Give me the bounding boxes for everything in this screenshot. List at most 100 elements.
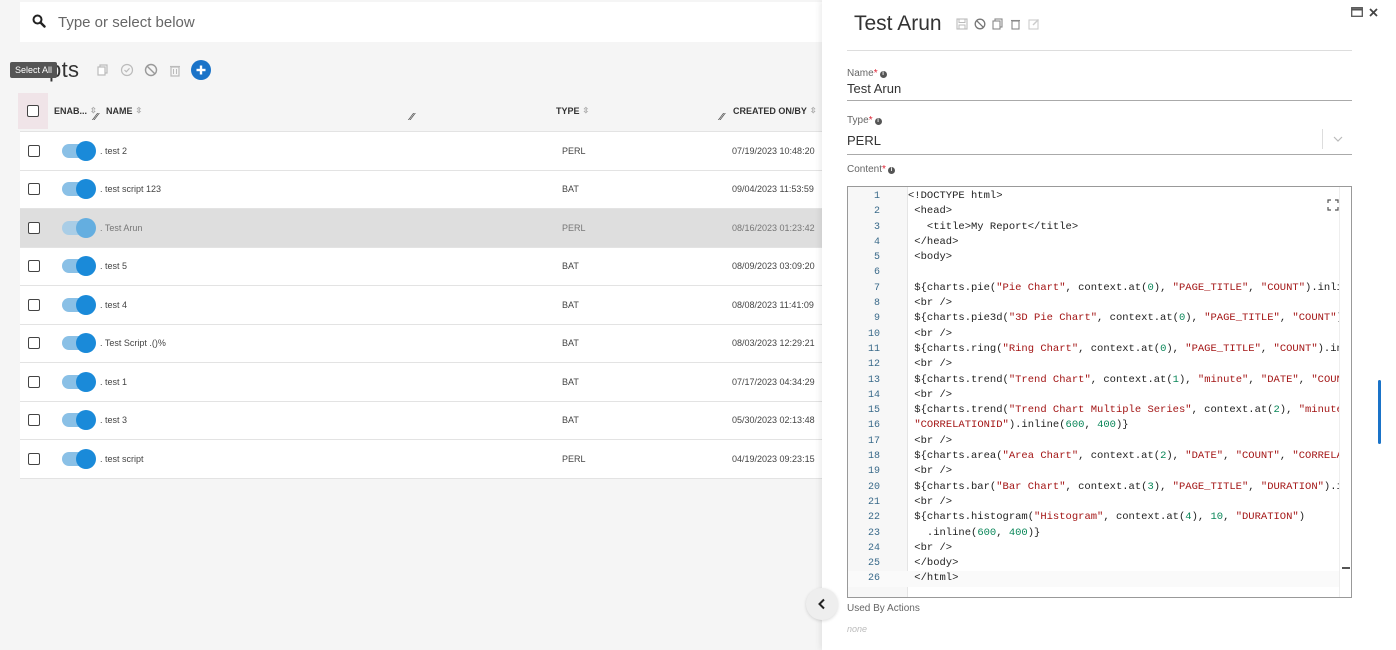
code-line[interactable]: 12 <br /> — [848, 357, 1351, 372]
code-line[interactable]: 1 <!DOCTYPE html> — [848, 189, 1351, 204]
copy-icon[interactable] — [95, 62, 111, 78]
row-checkbox[interactable] — [28, 375, 40, 388]
line-number: 2 — [873, 206, 880, 218]
sort-icon[interactable]: ⇳ — [583, 106, 590, 115]
disable-icon[interactable] — [143, 62, 159, 78]
code-text: <title>My Report</title> — [908, 220, 1079, 233]
enabled-toggle[interactable] — [62, 448, 96, 469]
code-line[interactable]: 19 <br /> — [848, 464, 1351, 479]
row-checkbox[interactable] — [28, 260, 40, 273]
column-type[interactable]: TYPE ⇳ — [556, 106, 589, 116]
code-line[interactable]: 15 ${charts.trend("Trend Chart Multiple … — [848, 403, 1351, 418]
resize-handle[interactable]: ⁄⁄ — [410, 112, 413, 123]
enabled-toggle[interactable] — [62, 333, 96, 354]
code-editor[interactable]: 1 <!DOCTYPE html> 2 <head> 3 <title>My Repo… — [847, 186, 1352, 598]
toggle-knob — [76, 217, 96, 238]
code-line[interactable]: 22 ${charts.histogram("Histogram", conte… — [848, 510, 1351, 525]
code-line[interactable]: 3 <title>My Report</title> — [848, 220, 1351, 235]
table-row[interactable]: . test 1 BAT 07/17/2023 04:34:29 — [20, 363, 825, 402]
select-all-checkbox[interactable] — [18, 92, 48, 129]
info-icon: i — [887, 167, 895, 174]
enabled-toggle[interactable] — [62, 256, 96, 277]
code-line[interactable]: 18 ${charts.area("Area Chart", context.a… — [848, 449, 1351, 464]
column-enabled[interactable]: ENAB... ⇳ — [54, 106, 97, 116]
checkbox[interactable] — [27, 104, 39, 117]
row-checkbox[interactable] — [28, 144, 40, 157]
close-icon[interactable] — [1369, 4, 1378, 22]
code-line[interactable]: 5 <body> — [848, 250, 1351, 265]
table-row[interactable]: . Test Script .()% BAT 08/03/2023 12:29:21 — [20, 324, 825, 363]
add-script-button[interactable] — [191, 60, 212, 80]
enabled-toggle[interactable] — [62, 179, 96, 200]
save-icon[interactable] — [956, 17, 969, 31]
row-checkbox[interactable] — [28, 337, 40, 350]
code-line[interactable]: 17 <br /> — [848, 434, 1351, 449]
resize-handle[interactable]: ⁄⁄ — [720, 112, 723, 123]
code-line[interactable]: 14 <br /> — [848, 388, 1351, 403]
line-number: 17 — [867, 435, 880, 447]
row-checkbox[interactable] — [28, 298, 40, 311]
code-line[interactable]: 23 .inline(600, 400)} — [848, 526, 1351, 541]
edit-icon[interactable] — [1028, 18, 1041, 31]
enable-icon[interactable] — [119, 62, 135, 78]
delete-icon[interactable] — [1010, 18, 1023, 31]
line-number: 7 — [873, 282, 880, 294]
resize-handle[interactable]: ⁄⁄ — [94, 112, 97, 123]
maximize-icon[interactable] — [1351, 4, 1363, 22]
editor-scrollbar[interactable] — [1339, 187, 1351, 597]
table-row[interactable]: . test 3 BAT 05/30/2023 02:13:48 — [20, 401, 825, 440]
code-line[interactable]: 25 </body> — [848, 556, 1351, 571]
sort-icon[interactable]: ⇳ — [810, 106, 817, 115]
line-number: 24 — [867, 542, 880, 554]
code-line[interactable]: 7 ${charts.pie("Pie Chart", context.at(0… — [848, 281, 1351, 296]
code-line[interactable]: 4 </head> — [848, 235, 1351, 250]
table-row[interactable]: . test 4 BAT 08/08/2023 11:41:09 — [20, 286, 825, 325]
enabled-toggle[interactable] — [62, 371, 96, 392]
code-text: ${charts.trend("Trend Chart", context.at… — [908, 373, 1350, 386]
code-line[interactable]: 20 ${charts.bar("Bar Chart", context.at(… — [848, 480, 1351, 495]
name-field[interactable]: Test Arun — [847, 81, 1352, 101]
script-type: BAT — [562, 299, 579, 310]
search-input[interactable] — [58, 13, 658, 31]
column-name[interactable]: NAME ⇳ — [106, 106, 142, 116]
row-checkbox[interactable] — [28, 183, 40, 196]
toggle-knob — [76, 294, 96, 315]
enabled-toggle[interactable] — [62, 294, 96, 315]
code-line[interactable]: 21 <br /> — [848, 495, 1351, 510]
scrollbar-thumb[interactable] — [1342, 567, 1350, 569]
table-row[interactable]: . test 5 BAT 08/09/2023 03:09:20 — [20, 247, 825, 286]
delete-icon[interactable] — [167, 62, 183, 78]
code-line[interactable]: 26 </html> — [848, 571, 1351, 587]
row-checkbox[interactable] — [28, 452, 40, 465]
collapse-panel-button[interactable] — [806, 588, 838, 620]
enabled-toggle[interactable] — [62, 217, 96, 238]
column-created[interactable]: CREATED ON/BY ⇳ — [733, 106, 817, 116]
code-line[interactable]: 9 ${charts.pie3d("3D Pie Chart", context… — [848, 311, 1351, 326]
copy-icon[interactable] — [992, 17, 1005, 31]
table-row[interactable]: . test 2 PERL 07/19/2023 10:48:20 — [20, 132, 825, 171]
type-select[interactable]: PERL — [847, 129, 1352, 155]
chevron-down-icon[interactable] — [1322, 129, 1352, 149]
table-row[interactable]: . test script PERL 04/19/2023 09:23:15 — [20, 440, 825, 479]
code-line[interactable]: 24 <br /> — [848, 541, 1351, 556]
row-checkbox[interactable] — [28, 221, 40, 234]
disable-icon[interactable] — [974, 18, 987, 31]
line-number: 25 — [867, 558, 880, 570]
code-line[interactable]: 11 ${charts.ring("Ring Chart", context.a… — [848, 342, 1351, 357]
code-line[interactable]: 13 ${charts.trend("Trend Chart", context… — [848, 373, 1351, 388]
code-line[interactable]: 8 <br /> — [848, 296, 1351, 311]
code-line[interactable]: 2 <head> — [848, 204, 1351, 219]
code-line[interactable]: 6 — [848, 265, 1351, 280]
code-line[interactable]: 10 <br /> — [848, 327, 1351, 342]
table-row[interactable]: . test script 123 BAT 09/04/2023 11:53:59 — [20, 170, 825, 209]
line-number: 22 — [867, 512, 880, 524]
enabled-toggle[interactable] — [62, 410, 96, 431]
table-row[interactable]: . Test Arun PERL 08/16/2023 01:23:42 — [20, 209, 825, 248]
code-line[interactable]: 16 "CORRELATIONID").inline(600, 400)} — [848, 418, 1351, 433]
row-checkbox[interactable] — [28, 414, 40, 427]
sort-icon[interactable]: ⇳ — [136, 106, 143, 115]
fullscreen-icon[interactable] — [1327, 199, 1339, 211]
panel-scrollbar[interactable] — [1378, 380, 1381, 444]
toggle-knob — [76, 410, 96, 431]
enabled-toggle[interactable] — [62, 140, 96, 161]
